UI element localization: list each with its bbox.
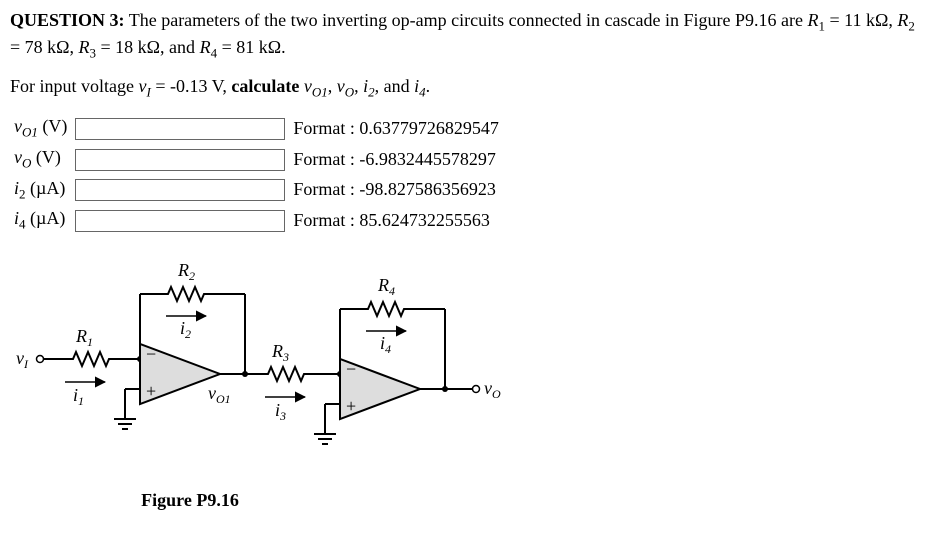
question-paragraph-1: QUESTION 3: The parameters of the two in… (10, 8, 928, 62)
fig-i4: i4 (380, 333, 391, 356)
unit-i2: (µA) (26, 178, 66, 198)
unit-vO: (V) (31, 147, 61, 167)
unit-vO1: (V) (38, 116, 68, 136)
answer-table: vO1 (V) Format : 0.63779726829547 vO (V)… (10, 113, 503, 235)
figure-wrap: vI R1 i1 R2 i2 − + vO1 R3 i3 (10, 254, 928, 511)
svg-text:R3: R3 (271, 341, 289, 364)
svg-text:−: − (346, 359, 356, 379)
format-i2: Format : -98.827586356923 (289, 175, 503, 206)
row-i4: i4 (µA) Format : 85.624732255563 (10, 205, 503, 236)
label-vO1: vO1 (V) (10, 113, 71, 144)
R1-resistor: R1 (70, 326, 112, 366)
R2-sym: R (897, 10, 908, 30)
node-vo1 (242, 371, 248, 377)
figure-caption: Figure P9.16 (10, 490, 370, 511)
R2-val: = 78 kΩ, (10, 37, 79, 57)
opamp-2: − + (340, 359, 420, 419)
R2-sub: 2 (908, 19, 915, 34)
svg-text:+: + (346, 396, 356, 416)
fig-vO: vO (484, 378, 501, 401)
label-i4: i4 (µA) (10, 205, 71, 236)
calculate-word: calculate (231, 76, 303, 96)
fig-vI: vI (16, 348, 29, 371)
c1: , (328, 76, 337, 96)
input-i4[interactable] (75, 210, 285, 232)
R1-sym: R (807, 10, 818, 30)
fig-vO1: vO1 (208, 383, 231, 406)
eq1: = (825, 10, 844, 30)
R1-val: 11 kΩ, (844, 10, 897, 30)
unit-i4: (µA) (26, 208, 66, 228)
question-paragraph-2: For input voltage vI = -0.13 V, calculat… (10, 74, 928, 101)
svg-text:R2: R2 (177, 260, 195, 283)
question-label: QUESTION 3: (10, 10, 125, 30)
vI-sym: v (139, 76, 147, 96)
node-vI (37, 355, 44, 362)
format-vO1: Format : 0.63779726829547 (289, 113, 503, 144)
row-i2: i2 (µA) Format : -98.827586356923 (10, 175, 503, 206)
R4-val: = 81 kΩ. (217, 37, 286, 57)
svg-text:+: + (146, 381, 156, 401)
input-vO[interactable] (75, 149, 285, 171)
R4-resistor: R4 (365, 275, 407, 316)
fig-i3: i3 (275, 400, 286, 423)
R4-sym: R (200, 37, 211, 57)
node-vo-fb (442, 386, 448, 392)
node-vo (473, 385, 480, 392)
format-vO: Format : -6.9832445578297 (289, 144, 503, 175)
R3-sym: R (79, 37, 90, 57)
fig-i1: i1 (73, 385, 84, 408)
gnd-1 (114, 419, 136, 429)
c2: , (354, 76, 363, 96)
sub-vO: O (22, 156, 31, 171)
row-vO: vO (V) Format : -6.9832445578297 (10, 144, 503, 175)
c4: . (426, 76, 431, 96)
sym-vO1: v (14, 116, 22, 136)
R3-val: = 18 kΩ, and (96, 37, 200, 57)
format-i4: Format : 85.624732255563 (289, 205, 503, 236)
input-vO1[interactable] (75, 118, 285, 140)
R2-resistor: R2 (165, 260, 207, 301)
vI-val: = -0.13 V, (151, 76, 232, 96)
t2s: O (345, 85, 354, 100)
c3: , and (375, 76, 415, 96)
label-i2: i2 (µA) (10, 175, 71, 206)
sub-vO1: O1 (22, 125, 38, 140)
fig-i2: i2 (180, 318, 191, 341)
t1: v (304, 76, 312, 96)
t1s: O1 (312, 85, 328, 100)
prompt-p1: For input voltage (10, 76, 139, 96)
R3-resistor: R3 (265, 341, 307, 381)
question-body: The parameters of the two inverting op-a… (129, 10, 808, 30)
label-vO: vO (V) (10, 144, 71, 175)
figure-svg: vI R1 i1 R2 i2 − + vO1 R3 i3 (10, 254, 510, 489)
svg-text:−: − (146, 344, 156, 364)
gnd-2 (314, 434, 336, 444)
row-vO1: vO1 (V) Format : 0.63779726829547 (10, 113, 503, 144)
svg-text:R1: R1 (75, 326, 93, 349)
t2: v (337, 76, 345, 96)
svg-text:R4: R4 (377, 275, 395, 298)
input-i2[interactable] (75, 179, 285, 201)
sym-vO: v (14, 147, 22, 167)
